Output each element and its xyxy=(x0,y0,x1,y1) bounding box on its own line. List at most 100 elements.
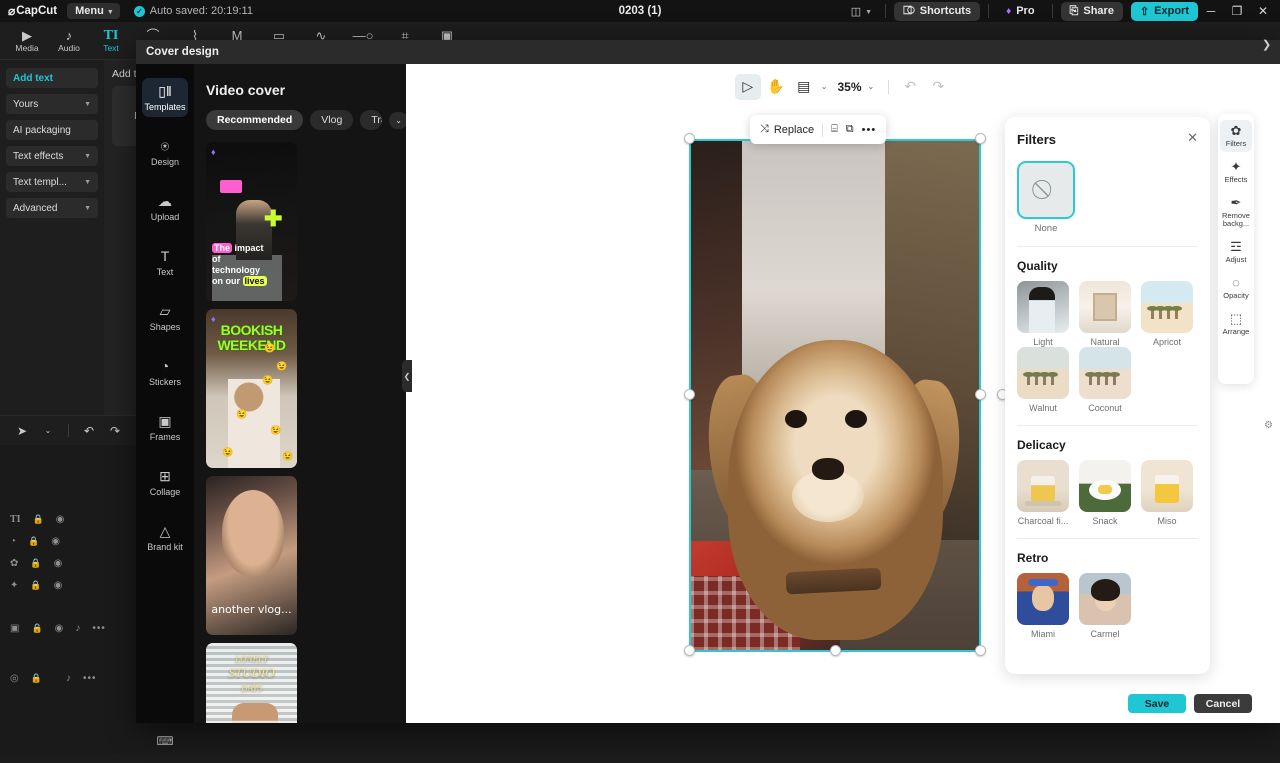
template-card[interactable]: ♦ ✚ The impact of technology on our live… xyxy=(206,142,297,301)
chevron-down-icon[interactable]: ⌄ xyxy=(36,419,60,443)
main-tab-media[interactable]: ▶Media xyxy=(8,23,46,59)
more-options-button[interactable]: ••• xyxy=(862,124,877,136)
close-button[interactable]: ✕ xyxy=(1250,0,1276,22)
audio-icon[interactable]: ♪ xyxy=(66,673,71,684)
category-chip-recommended[interactable]: Recommended xyxy=(206,110,303,130)
main-tab-audio[interactable]: ♪Audio xyxy=(50,23,88,59)
left-panel-item-text-effects[interactable]: Text effects▼ xyxy=(6,146,98,166)
replace-button[interactable]: ⤨ Replace xyxy=(760,123,814,136)
rail-item-upload[interactable]: ☁Upload xyxy=(142,188,188,227)
filter-item[interactable]: Snack xyxy=(1079,460,1131,526)
right-edge-icon[interactable]: ⚙ xyxy=(1264,420,1273,431)
share-label: Share xyxy=(1083,5,1114,17)
eye-icon[interactable]: ◉ xyxy=(54,558,63,569)
select-tool-icon[interactable]: ➤ xyxy=(10,419,34,443)
lock-icon[interactable]: 🔒 xyxy=(30,558,41,569)
pro-button[interactable]: ♦ Pro xyxy=(997,2,1043,20)
filter-item[interactable]: Apricot xyxy=(1141,281,1193,347)
close-icon[interactable]: ✕ xyxy=(1187,130,1198,146)
left-panel-item-ai-packaging[interactable]: AI packaging xyxy=(6,120,98,140)
filter-none-tile[interactable]: ⃠ xyxy=(1017,161,1075,219)
fit-frame-button[interactable]: ▤ xyxy=(791,74,817,100)
redo-icon[interactable]: ↷ xyxy=(103,419,127,443)
filter-item[interactable]: Natural xyxy=(1079,281,1131,347)
resize-handle-bottom-right[interactable] xyxy=(975,645,986,656)
zoom-level[interactable]: 35% xyxy=(835,80,863,94)
filter-thumbnail xyxy=(1079,573,1131,625)
category-chip-travel[interactable]: Travel xyxy=(360,110,382,130)
menu-button[interactable]: Menu ▼ xyxy=(67,3,120,19)
maximize-button[interactable]: ❐ xyxy=(1224,0,1250,22)
resize-handle-bottom-left[interactable] xyxy=(684,645,695,656)
layout-switch-button[interactable]: ◫ ▼ xyxy=(846,2,877,21)
expand-right-icon[interactable]: ❯ xyxy=(1262,38,1271,51)
rail-item-text[interactable]: TText xyxy=(142,243,188,282)
keyboard-icon[interactable]: ⌨ xyxy=(155,733,175,749)
save-button[interactable]: Save xyxy=(1128,694,1186,713)
image-tool-adjust[interactable]: ☲Adjust xyxy=(1220,236,1252,268)
chevron-down-icon[interactable]: ⌄ xyxy=(389,112,406,129)
more-icon[interactable]: ••• xyxy=(83,673,97,684)
filter-item[interactable]: Light xyxy=(1017,281,1069,347)
image-tool-remove-backg-[interactable]: ✒Remove backg... xyxy=(1220,192,1252,232)
undo-icon[interactable]: ↶ xyxy=(77,419,101,443)
rail-item-stickers[interactable]: ◔Stickers xyxy=(142,353,188,392)
rail-item-shapes[interactable]: ▱Shapes xyxy=(142,298,188,337)
duplicate-button[interactable]: ⧉ xyxy=(846,123,854,136)
left-panel-item-yours[interactable]: Yours▼ xyxy=(6,94,98,114)
undo-button[interactable]: ↶ xyxy=(897,74,923,100)
cancel-button[interactable]: Cancel xyxy=(1194,694,1252,713)
redo-button[interactable]: ↷ xyxy=(925,74,951,100)
resize-handle-left[interactable] xyxy=(684,389,695,400)
minimize-button[interactable]: ─ xyxy=(1198,0,1224,22)
template-card[interactable]: ♦ BOOKISH WEEKEND 😉 😉 😉 😉 😉 😉 😉 xyxy=(206,309,297,468)
filter-item[interactable]: Walnut xyxy=(1017,347,1069,413)
left-panel-item-add-text[interactable]: Add text xyxy=(6,68,98,88)
shortcuts-button[interactable]: ⎄ Shortcuts xyxy=(894,2,980,21)
image-tool-opacity[interactable]: ◌Opacity xyxy=(1220,272,1252,304)
filter-item[interactable]: Miami xyxy=(1017,573,1069,639)
filter-item[interactable]: Miso xyxy=(1141,460,1193,526)
crop-button[interactable]: ⌸ xyxy=(831,123,838,136)
lock-icon[interactable]: 🔒 xyxy=(28,536,39,547)
template-card[interactable]: another vlog... xyxy=(206,476,297,635)
resize-handle-top-left[interactable] xyxy=(684,133,695,144)
eye-icon[interactable]: ◉ xyxy=(55,623,64,634)
lock-icon[interactable]: 🔒 xyxy=(31,623,42,634)
resize-handle-right[interactable] xyxy=(975,389,986,400)
rail-item-templates[interactable]: ▯‖Templates xyxy=(142,78,188,117)
chevron-down-icon[interactable]: ⌄ xyxy=(819,82,834,91)
export-button[interactable]: ⇧ Export xyxy=(1131,2,1198,21)
resize-handle-top-right[interactable] xyxy=(975,133,986,144)
image-tool-filters[interactable]: ✿Filters xyxy=(1220,120,1252,152)
image-tool-effects[interactable]: ✦Effects xyxy=(1220,156,1252,188)
chevron-down-icon[interactable]: ⌄ xyxy=(866,82,881,91)
resize-handle-bottom[interactable] xyxy=(830,645,841,656)
rail-item-brand-kit[interactable]: △Brand kit xyxy=(142,518,188,557)
left-panel-item-advanced[interactable]: Advanced▼ xyxy=(6,198,98,218)
select-tool-button[interactable]: ▷ xyxy=(735,74,761,100)
rail-item-frames[interactable]: ▣Frames xyxy=(142,408,188,447)
category-chip-vlog[interactable]: Vlog xyxy=(310,110,353,130)
main-tab-text[interactable]: TIText xyxy=(92,23,130,59)
more-icon[interactable]: ••• xyxy=(92,623,106,634)
filter-item[interactable]: Coconut xyxy=(1079,347,1131,413)
lock-icon[interactable]: 🔒 xyxy=(31,673,42,684)
audio-icon[interactable]: ♪ xyxy=(75,623,80,634)
share-button[interactable]: ⎘ Share xyxy=(1061,2,1123,21)
filter-item[interactable]: Carmel xyxy=(1079,573,1131,639)
template-card[interactable]: LONELY STUDIO DAYS xyxy=(206,643,297,723)
lock-icon[interactable]: 🔒 xyxy=(33,514,44,525)
eye-icon[interactable]: ◉ xyxy=(56,514,65,525)
hand-tool-button[interactable]: ✋ xyxy=(763,74,789,100)
main-tab-label: Audio xyxy=(58,43,80,53)
rail-item-design[interactable]: ⍟Design xyxy=(142,133,188,172)
lock-icon[interactable]: 🔒 xyxy=(30,580,41,591)
left-panel-item-text-templ-[interactable]: Text templ...▼ xyxy=(6,172,98,192)
rail-item-collage[interactable]: ⊞Collage xyxy=(142,463,188,502)
image-tool-arrange[interactable]: ⬚Arrange xyxy=(1220,308,1252,340)
eye-icon[interactable]: ◉ xyxy=(54,580,63,591)
eye-icon[interactable]: ◉ xyxy=(51,536,60,547)
filter-item[interactable]: Charcoal fi... xyxy=(1017,460,1069,526)
collapse-panel-handle[interactable]: ❮ xyxy=(402,360,412,392)
